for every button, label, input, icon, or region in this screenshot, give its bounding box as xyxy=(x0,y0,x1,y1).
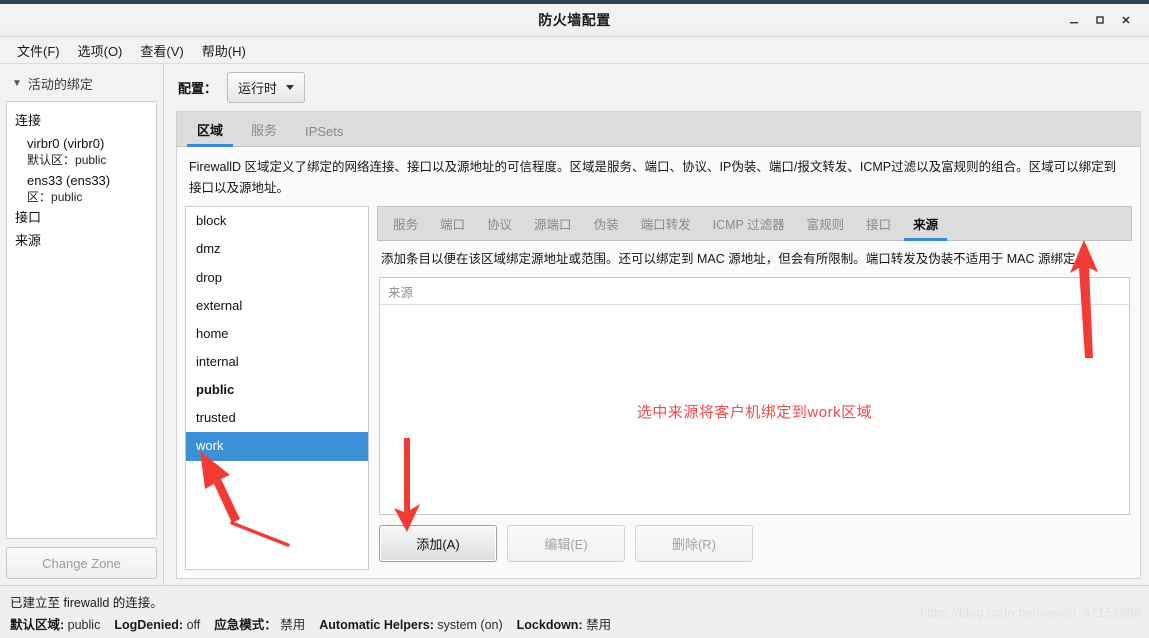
subtab-protocols[interactable]: 协议 xyxy=(476,206,523,240)
zone-list-item-external[interactable]: external xyxy=(186,292,368,320)
status-lockdown-label: Lockdown: xyxy=(516,618,583,632)
subtab-services[interactable]: 服务 xyxy=(382,206,429,240)
status-default-zone-label: 默认区域: xyxy=(10,618,65,632)
menubar: 文件(F) 选项(O) 查看(V) 帮助(H) xyxy=(0,37,1149,64)
active-bindings-header[interactable]: ▼ 活动的绑定 xyxy=(6,64,157,101)
sources-action-buttons: 添加(A) 编辑(E) 删除(R) xyxy=(377,515,1132,570)
sources-description: 添加条目以便在该区域绑定源地址或范围。还可以绑定到 MAC 源地址，但会有所限制… xyxy=(381,252,1088,267)
window-title: 防火墙配置 xyxy=(538,12,611,28)
titlebar: 防火墙配置 xyxy=(0,0,1149,37)
connection-name: virbr0 (virbr0) xyxy=(27,136,105,151)
maximize-icon[interactable] xyxy=(1087,8,1113,32)
change-zone-button[interactable]: Change Zone xyxy=(6,547,157,579)
status-lockdown-value: 禁用 xyxy=(586,618,612,632)
status-default-zone: 默认区域: public xyxy=(10,614,100,633)
chevron-down-icon: ▼ xyxy=(12,77,22,89)
zone-list-item-internal[interactable]: internal xyxy=(186,348,368,376)
connection-zone-value: public xyxy=(75,153,107,167)
body-split: ▼ 活动的绑定 连接 virbr0 (virbr0) 默认区：public en… xyxy=(0,64,1149,585)
zone-detail: 服务 端口 协议 源端口 伪装 端口转发 ICMP 过滤器 富规则 接口 来源 … xyxy=(377,206,1132,570)
sidebar: ▼ 活动的绑定 连接 virbr0 (virbr0) 默认区：public en… xyxy=(0,64,164,585)
zone-list-item-trusted[interactable]: trusted xyxy=(186,404,368,432)
tree-item-ens33[interactable]: ens33 (ens33) 区：public xyxy=(15,168,148,205)
close-icon[interactable] xyxy=(1113,8,1139,32)
status-logdenied-value: off xyxy=(186,618,201,632)
menu-item-options[interactable]: 选项(O) xyxy=(69,38,132,63)
column-header-source: 来源 xyxy=(388,285,414,300)
subtab-icmp-filter[interactable]: ICMP 过滤器 xyxy=(702,206,796,240)
zone-list-item-home[interactable]: home xyxy=(186,320,368,348)
active-bindings-tree[interactable]: 连接 virbr0 (virbr0) 默认区：public ens33 (ens… xyxy=(6,101,157,539)
connection-zone-label: 默认区 xyxy=(27,153,64,167)
zone-list-item-block[interactable]: block xyxy=(186,207,368,235)
statusbar: 已建立至 firewalld 的连接。 默认区域: public LogDeni… xyxy=(0,585,1149,638)
tab-ipsets[interactable]: IPSets xyxy=(291,116,357,146)
tree-node-interfaces[interactable]: 接口 xyxy=(15,205,148,228)
subtab-masquerading[interactable]: 伪装 xyxy=(583,206,630,240)
connection-name: ens33 (ens33) xyxy=(27,173,111,188)
main-tabstrip: 区域 服务 IPSets xyxy=(177,112,1140,147)
tree-node-sources[interactable]: 来源 xyxy=(15,228,148,251)
connection-zone-value: public xyxy=(51,190,83,204)
tab-zones[interactable]: 区域 xyxy=(183,112,237,147)
connection-zone-label: 区 xyxy=(27,190,40,204)
main-notebook: 区域 服务 IPSets FirewallD 区域定义了绑定的网络连接、接口以及… xyxy=(176,111,1141,579)
firewall-config-window: 防火墙配置 文件(F) 选项(O) 查看(V) 帮助(H) ▼ 活动的绑定 连接… xyxy=(0,0,1149,638)
connection-zone-sep: ： xyxy=(63,153,76,167)
menu-item-help[interactable]: 帮助(H) xyxy=(193,38,255,63)
remove-source-button[interactable]: 删除(R) xyxy=(635,525,753,562)
subtab-interfaces[interactable]: 接口 xyxy=(855,206,902,240)
status-panic-mode-label: 应急模式： xyxy=(214,618,277,632)
connection-zone: 区：public xyxy=(27,188,148,205)
connection-zone-sep: ： xyxy=(39,190,52,204)
zone-area: block dmz drop external home internal pu… xyxy=(177,206,1140,578)
sources-table-header: 来源 xyxy=(380,278,1129,306)
add-source-button[interactable]: 添加(A) xyxy=(379,525,497,562)
status-logdenied: LogDenied: off xyxy=(114,618,200,632)
subtab-ports[interactable]: 端口 xyxy=(429,206,476,240)
edit-source-button[interactable]: 编辑(E) xyxy=(507,525,625,562)
status-automatic-helpers-label: Automatic Helpers: xyxy=(319,618,434,632)
tab-services[interactable]: 服务 xyxy=(237,112,291,146)
zone-description: FirewallD 区域定义了绑定的网络连接、接口以及源地址的可信程度。区域是服… xyxy=(177,147,1140,207)
connection-zone: 默认区：public xyxy=(27,151,148,168)
zone-list-item-dmz[interactable]: dmz xyxy=(186,235,368,263)
zone-list-item-work[interactable]: work xyxy=(186,432,368,461)
tree-node-connections[interactable]: 连接 xyxy=(15,108,148,131)
annotation-note: 选中来源将客户机绑定到work区域 xyxy=(636,404,873,422)
window-controls xyxy=(1061,8,1149,32)
menu-item-view[interactable]: 查看(V) xyxy=(131,38,192,63)
status-automatic-helpers: Automatic Helpers: system (on) xyxy=(319,618,502,632)
status-panic-mode: 应急模式： 禁用 xyxy=(214,614,305,633)
status-logdenied-label: LogDenied: xyxy=(114,618,184,632)
config-toolbar: 配置： 运行时 xyxy=(164,64,1149,111)
watermark: https://blog.csdn.net/weixin_47153988 xyxy=(919,605,1141,620)
zone-sub-tabstrip: 服务 端口 协议 源端口 伪装 端口转发 ICMP 过滤器 富规则 接口 来源 xyxy=(377,206,1132,242)
chevron-down-icon xyxy=(286,85,295,90)
active-bindings-label: 活动的绑定 xyxy=(27,77,93,92)
status-automatic-helpers-value: system (on) xyxy=(437,618,503,632)
sources-table[interactable]: 来源 选中来源将客户机绑定到work区域 xyxy=(379,277,1130,515)
configuration-mode-dropdown[interactable]: 运行时 xyxy=(227,72,306,103)
status-default-zone-value: public xyxy=(67,618,101,632)
status-lockdown: Lockdown: 禁用 xyxy=(517,614,611,633)
subtab-port-forwarding[interactable]: 端口转发 xyxy=(630,206,702,240)
config-label: 配置： xyxy=(178,81,218,96)
subtab-source-ports[interactable]: 源端口 xyxy=(523,206,583,240)
status-panic-mode-value: 禁用 xyxy=(280,618,306,632)
configuration-mode-value: 运行时 xyxy=(238,81,278,96)
menu-item-file[interactable]: 文件(F) xyxy=(8,38,69,63)
subtab-rich-rules[interactable]: 富规则 xyxy=(796,206,856,240)
sources-table-body[interactable]: 选中来源将客户机绑定到work区域 xyxy=(380,305,1129,514)
zone-list[interactable]: block dmz drop external home internal pu… xyxy=(185,206,369,570)
zone-list-item-drop[interactable]: drop xyxy=(186,264,368,292)
minimize-icon[interactable] xyxy=(1061,8,1087,32)
subtab-sources[interactable]: 来源 xyxy=(902,206,949,242)
tree-item-virbr0[interactable]: virbr0 (virbr0) 默认区：public xyxy=(15,131,148,168)
zone-list-item-public[interactable]: public xyxy=(186,376,368,404)
main-panel: 配置： 运行时 区域 服务 IPSets FirewallD 区域定义了绑定的网… xyxy=(164,64,1149,585)
